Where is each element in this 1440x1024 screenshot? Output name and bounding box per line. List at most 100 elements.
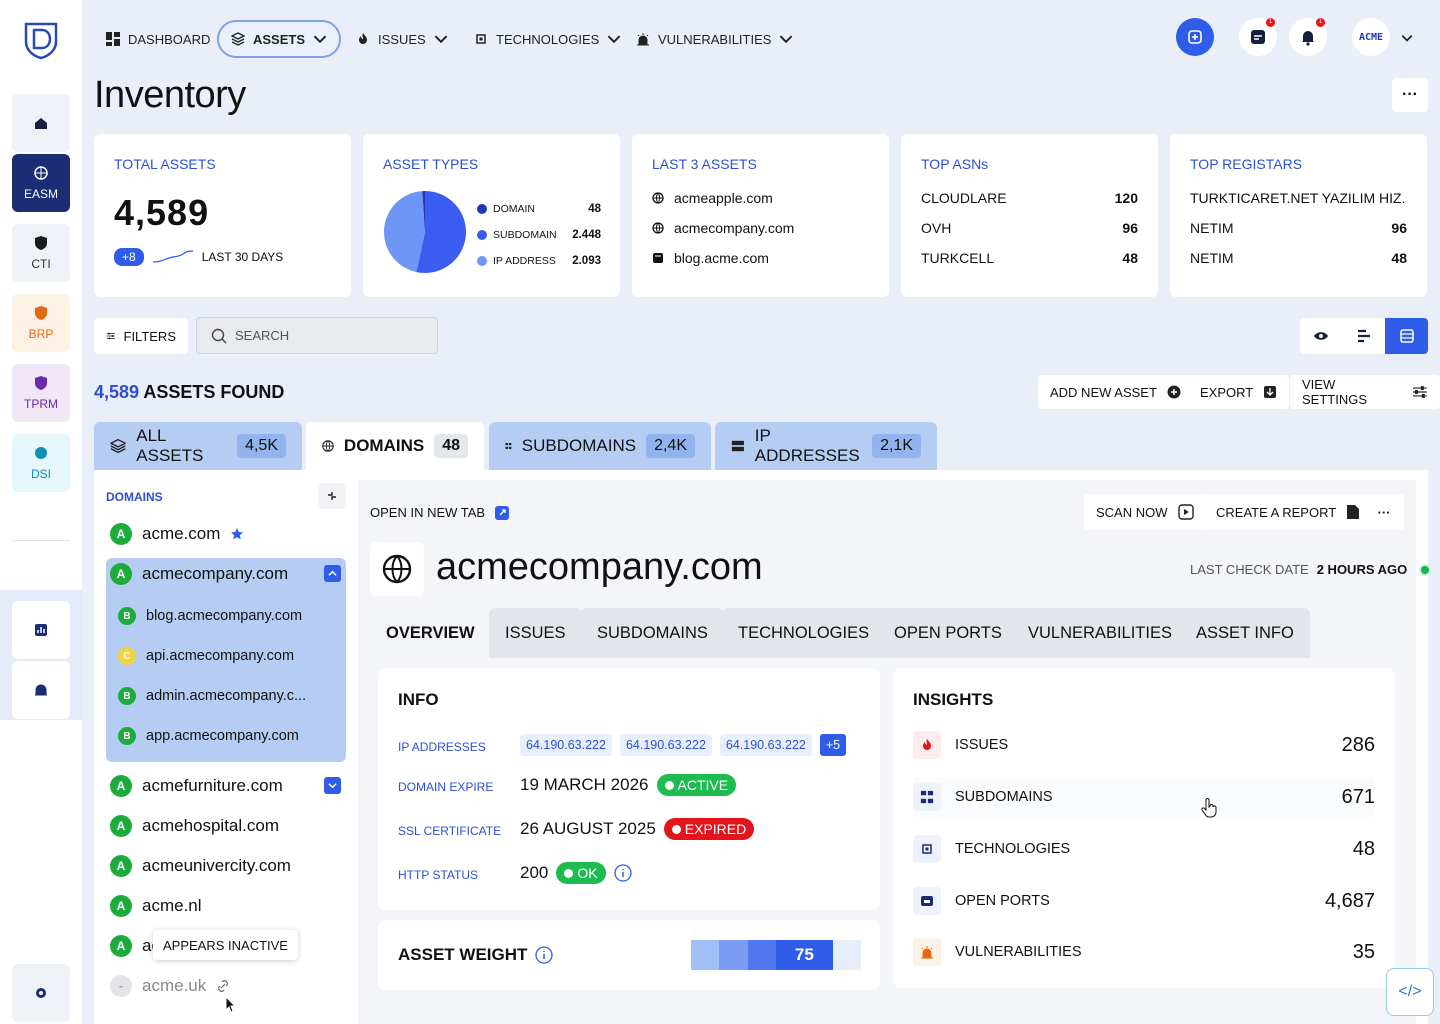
export-button[interactable]: EXPORT — [1188, 375, 1290, 409]
filters-button[interactable]: FILTERS — [94, 318, 188, 354]
account-avatar[interactable]: ACME — [1352, 18, 1390, 56]
domain-row-inactive[interactable]: - acme.uk — [110, 974, 230, 998]
nav-assets-label: ASSETS — [253, 31, 306, 47]
info-icon[interactable] — [535, 946, 554, 964]
weight-segment — [691, 940, 720, 970]
sidebar-item-easm[interactable]: EASM — [12, 154, 70, 212]
star-icon[interactable] — [230, 527, 244, 541]
collapse-all-button[interactable] — [318, 483, 346, 509]
info-icon[interactable] — [613, 864, 632, 882]
subdomain-row[interactable]: Capi.acmecompany.com — [118, 646, 294, 666]
card-title: TOP REGISTARS — [1190, 156, 1303, 172]
legend-swatch — [477, 256, 487, 266]
app-logo[interactable] — [22, 20, 60, 60]
tree-list-icon — [1358, 329, 1370, 343]
detail-tab-issues[interactable]: ISSUES — [489, 608, 582, 658]
collapse-domain-button[interactable] — [324, 565, 341, 582]
ip-chip[interactable]: 64.190.63.222 — [719, 734, 812, 756]
subdomain-row[interactable]: Bapp.acmecompany.com — [118, 726, 299, 746]
sidebar-item-cti[interactable]: CTI — [12, 224, 70, 282]
sidebar-item-home[interactable] — [12, 94, 70, 152]
legend-item: IP ADDRESS 2.093 — [477, 248, 601, 274]
delta-badge: +8 — [114, 248, 144, 266]
sidebar: EASM CTI BRP TPRM DSI — [0, 0, 82, 1024]
insight-row-issues[interactable]: ISSUES 286 — [913, 725, 1375, 765]
create-report-button[interactable]: CREATE A REPORT — [1204, 494, 1373, 530]
insight-value: 48 — [1352, 837, 1375, 860]
tab-ip-addresses[interactable]: IP ADDRESSES 2,1K — [715, 422, 937, 470]
list-item[interactable]: acmeapple.com — [652, 190, 869, 206]
code-view-button[interactable]: </> — [1386, 968, 1434, 1016]
tab-subdomains[interactable]: SUBDOMAINS 2,4K — [489, 422, 711, 470]
insight-row-vulnerabilities[interactable]: VULNERABILITIES 35 — [913, 932, 1375, 972]
ip-chip[interactable]: 64.190.63.222 — [619, 734, 712, 756]
detail-tab-vulnerabilities[interactable]: VULNERABILITIES — [1012, 608, 1188, 658]
home-icon — [35, 118, 47, 129]
nav-vulnerabilities-label: VULNERABILITIES — [658, 31, 772, 47]
grade-badge: A — [110, 563, 132, 585]
tab-count: 48 — [434, 434, 468, 458]
view-tree-button[interactable] — [1343, 318, 1386, 354]
messages-button[interactable]: 1 — [1239, 18, 1277, 56]
list-item: TURKCELL 48 — [921, 250, 1138, 266]
shield-icon — [35, 236, 47, 250]
domain-row[interactable]: Aacmefurniture.com — [110, 774, 283, 798]
scan-now-label: SCAN NOW — [1096, 504, 1168, 520]
ip-more-button[interactable]: +5 — [819, 734, 847, 756]
subdomain-row[interactable]: Badmin.acmecompany.c... — [118, 686, 306, 706]
sidebar-item-dsi[interactable]: DSI — [12, 434, 70, 492]
nav-issues[interactable]: ISSUES — [344, 20, 460, 58]
detail-tab-subdomains[interactable]: SUBDOMAINS — [581, 608, 724, 658]
insight-row-technologies[interactable]: TECHNOLOGIES 48 — [913, 829, 1375, 869]
alarm-light-icon — [913, 938, 941, 966]
subdomain-name: blog.acmecompany.com — [146, 608, 303, 624]
tab-domains[interactable]: DOMAINS 48 — [306, 422, 484, 470]
detail-tab-open-ports[interactable]: OPEN PORTS — [878, 608, 1018, 658]
account-chevron-down-icon[interactable] — [1401, 32, 1413, 44]
add-button[interactable] — [1176, 18, 1214, 56]
detail-tab-asset-info[interactable]: ASSET INFO — [1180, 608, 1310, 658]
expand-domain-button[interactable] — [324, 777, 341, 794]
view-preview-button[interactable] — [1300, 318, 1343, 354]
sidebar-item-settings[interactable] — [12, 964, 70, 1022]
broken-link-icon[interactable] — [216, 979, 230, 993]
nav-assets[interactable]: ASSETS — [217, 20, 342, 58]
search-input[interactable]: SEARCH — [196, 317, 438, 354]
detail-tab-technologies[interactable]: TECHNOLOGIES — [722, 608, 886, 658]
domain-row[interactable]: Aacmehospital.com — [110, 814, 279, 838]
notifications-button[interactable]: 1 — [1289, 18, 1327, 56]
sidebar-item-tprm[interactable]: TPRM — [12, 364, 70, 422]
sidebar-item-alerts[interactable] — [12, 661, 70, 719]
nav-technologies[interactable]: TECHNOLOGIES — [462, 20, 633, 58]
detail-more-button[interactable]: ··· — [1364, 494, 1404, 530]
sidebar-item-brp[interactable]: BRP — [12, 294, 70, 352]
open-in-new-tab-link[interactable]: OPEN IN NEW TAB — [370, 505, 510, 520]
page-more-button[interactable]: ··· — [1392, 78, 1428, 112]
list-item: NETIM 96 — [1190, 220, 1407, 236]
sidebar-item-reports[interactable] — [12, 601, 70, 659]
detail-tab-overview[interactable]: OVERVIEW — [370, 608, 491, 658]
tab-all-assets[interactable]: ALL ASSETS 4,5K — [94, 422, 302, 470]
add-new-asset-button[interactable]: ADD NEW ASSET — [1038, 375, 1193, 409]
insight-row-subdomains[interactable]: SUBDOMAINS 671 — [913, 777, 1375, 817]
list-item[interactable]: blog.acme.com — [652, 250, 869, 266]
port-icon — [913, 887, 941, 915]
layers-icon — [231, 32, 245, 46]
scan-now-button[interactable]: SCAN NOW — [1084, 494, 1206, 530]
asn-value: 48 — [1122, 250, 1138, 266]
list-item: CLOUDLARE 120 — [921, 190, 1138, 206]
inactive-tooltip: APPEARS INACTIVE — [153, 930, 298, 960]
insight-row-open-ports[interactable]: OPEN PORTS 4,687 — [913, 881, 1375, 921]
list-item[interactable]: acmecompany.com — [652, 220, 869, 236]
subdomain-row[interactable]: Bblog.acmecompany.com — [118, 606, 302, 626]
nav-vulnerabilities[interactable]: VULNERABILITIES — [624, 20, 805, 58]
nav-dashboard[interactable]: DASHBOARD — [94, 20, 222, 58]
view-table-button[interactable] — [1385, 318, 1428, 354]
domain-row[interactable]: Aacme.com — [110, 522, 244, 546]
domain-row[interactable]: Aacme.nl — [110, 894, 202, 918]
domain-row-selected[interactable]: Aacmecompany.com — [110, 562, 288, 586]
ip-chip[interactable]: 64.190.63.222 — [520, 734, 612, 756]
view-settings-button[interactable]: VIEW SETTINGS — [1290, 375, 1440, 409]
domain-row[interactable]: Aacmeunivercity.com — [110, 854, 291, 878]
registrar-value: 48 — [1391, 250, 1407, 266]
